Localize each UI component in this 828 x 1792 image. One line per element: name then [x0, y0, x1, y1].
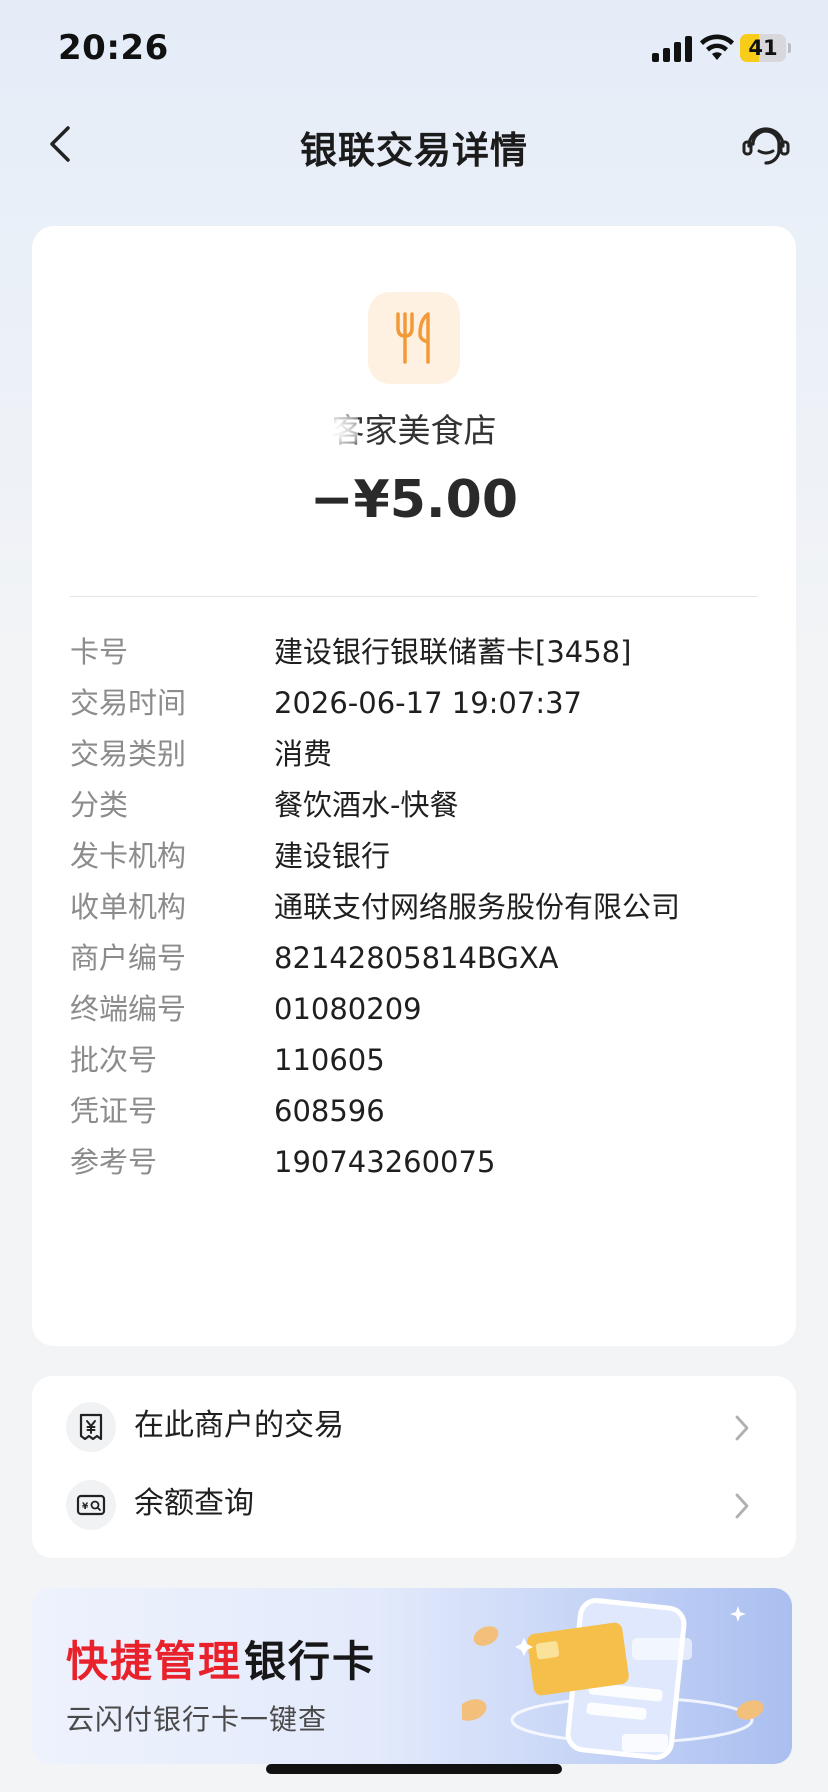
detail-row-transaction-type: 交易类别 消费	[70, 732, 770, 776]
merchant-name: 客家美食店	[331, 411, 497, 450]
transaction-amount: −¥5.00	[309, 470, 519, 530]
detail-value: 2026-06-17 19:07:37	[274, 686, 582, 720]
detail-value: 190743260075	[274, 1145, 496, 1179]
detail-value: 通联支付网络服务股份有限公司	[274, 890, 681, 924]
detail-label: 卡号	[70, 635, 129, 669]
detail-label: 终端编号	[70, 992, 187, 1026]
battery-percent: 41	[748, 36, 778, 60]
chevron-right-icon	[735, 1493, 749, 1519]
balance-inquiry-link[interactable]: ¥ 余额查询	[32, 1466, 796, 1546]
detail-row-category: 分类 餐饮酒水-快餐	[70, 783, 770, 827]
detail-label: 批次号	[70, 1043, 158, 1077]
status-time: 20:26	[58, 28, 169, 68]
detail-row-transaction-time: 交易时间 2026-06-17 19:07:37	[70, 681, 770, 725]
detail-row-issuer: 发卡机构 建设银行	[70, 834, 770, 878]
headset-icon[interactable]	[740, 118, 792, 170]
detail-label: 商户编号	[70, 941, 187, 975]
status-bar: 20:26 41	[0, 0, 828, 100]
detail-label: 参考号	[70, 1145, 158, 1179]
detail-row-voucher-number: 凭证号 608596	[70, 1089, 770, 1133]
merchant-transactions-link[interactable]: 在此商户的交易	[32, 1388, 796, 1468]
detail-row-acquirer: 收单机构 通联支付网络服务股份有限公司	[70, 885, 770, 929]
divider	[70, 596, 758, 597]
detail-label: 交易类别	[70, 737, 187, 771]
page-title: 银联交易详情	[300, 129, 528, 172]
bank-card-promo-banner[interactable]: 快捷管理 银行卡 云闪付银行卡一键查	[32, 1588, 792, 1764]
banner-title: 银行卡	[244, 1637, 377, 1686]
detail-label: 交易时间	[70, 686, 187, 720]
detail-value: 消费	[274, 737, 333, 771]
detail-value: 82142805814BGXA	[274, 941, 559, 975]
fork-knife-icon	[368, 292, 460, 384]
detail-row-merchant-id: 商户编号 82142805814BGXA	[70, 936, 770, 980]
cellular-signal-icon	[652, 36, 692, 62]
detail-label: 分类	[70, 788, 129, 822]
banner-title-highlight: 快捷管理	[66, 1637, 243, 1686]
home-indicator	[266, 1764, 562, 1774]
balance-search-icon: ¥	[66, 1480, 116, 1530]
phone-card-illustration	[462, 1598, 764, 1760]
banner-subtitle: 云闪付银行卡一键查	[66, 1703, 328, 1736]
detail-value: 餐饮酒水-快餐	[274, 788, 459, 822]
receipt-yuan-icon	[66, 1402, 116, 1452]
detail-value: 01080209	[274, 992, 422, 1026]
battery-body: 41	[740, 34, 786, 62]
detail-label: 发卡机构	[70, 839, 187, 873]
detail-value: 110605	[274, 1043, 385, 1077]
transaction-detail-card: 客家美食店 −¥5.00 卡号 建设银行银联储蓄卡[3458] 交易时间 202…	[32, 226, 796, 1346]
wifi-icon	[700, 34, 734, 60]
detail-label: 收单机构	[70, 890, 187, 924]
detail-row-terminal-id: 终端编号 01080209	[70, 987, 770, 1031]
detail-value: 608596	[274, 1094, 385, 1128]
battery-icon: 41	[740, 34, 791, 62]
battery-cap	[788, 43, 791, 53]
action-label: 在此商户的交易	[134, 1408, 344, 1443]
detail-row-batch-number: 批次号 110605	[70, 1038, 770, 1082]
chevron-right-icon	[735, 1415, 749, 1441]
detail-value: 建设银行	[274, 839, 391, 873]
detail-row-reference-number: 参考号 190743260075	[70, 1140, 770, 1184]
svg-text:¥: ¥	[82, 1502, 89, 1512]
action-list: 在此商户的交易 ¥ 余额查询	[32, 1376, 796, 1558]
detail-value: 建设银行银联储蓄卡[3458]	[274, 635, 632, 669]
detail-row-card-number: 卡号 建设银行银联储蓄卡[3458]	[70, 630, 770, 674]
action-label: 余额查询	[134, 1486, 254, 1521]
privacy-blur	[278, 412, 358, 448]
detail-label: 凭证号	[70, 1094, 158, 1128]
